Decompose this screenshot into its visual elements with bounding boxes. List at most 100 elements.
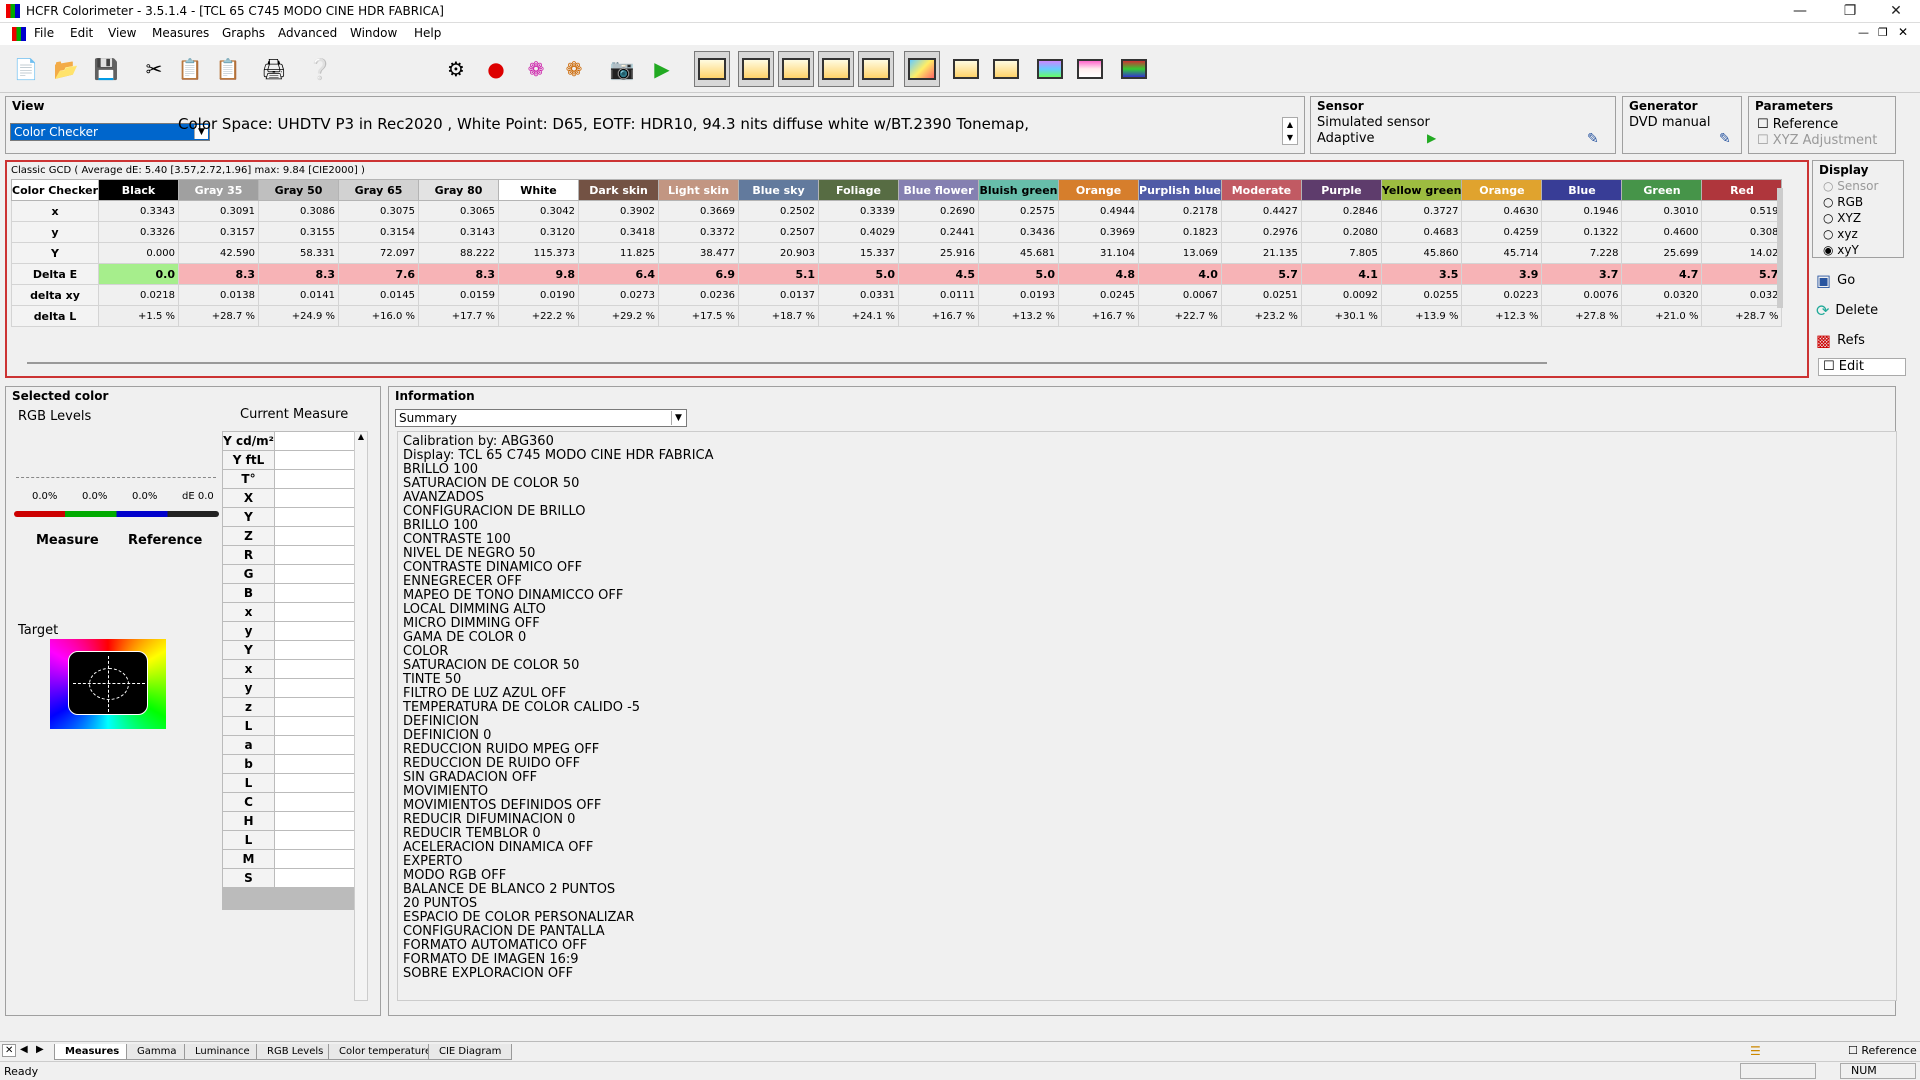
grid-cell[interactable]: 0.4600: [1621, 221, 1703, 243]
grid-cell[interactable]: 0.0190: [498, 284, 580, 306]
grid-cell[interactable]: 0.3075: [338, 200, 420, 222]
grid-cell[interactable]: +28.7 %: [178, 305, 260, 327]
grid-cell[interactable]: 0.0076: [1541, 284, 1623, 306]
grid-cell[interactable]: +23.2 %: [1220, 305, 1302, 327]
grid-cell[interactable]: +16.7 %: [1058, 305, 1140, 327]
column-header[interactable]: Dark skin: [578, 179, 660, 201]
grid-cell[interactable]: 21.135: [1220, 242, 1302, 264]
grid-cell[interactable]: 0.1946: [1541, 200, 1623, 222]
grid-cell[interactable]: 0.519: [1701, 200, 1783, 222]
grid-cell[interactable]: 0.3065: [418, 200, 500, 222]
new-file-icon[interactable]: 📄: [10, 53, 42, 85]
measure-scrollbar[interactable]: ▲: [354, 431, 368, 1001]
tab-color-temperature[interactable]: Color temperature: [328, 1044, 443, 1060]
grid-cell[interactable]: 0.0067: [1138, 284, 1222, 306]
close-button[interactable]: ✕: [1876, 1, 1916, 21]
grid-cell[interactable]: 0.0245: [1058, 284, 1140, 306]
edit-checkbox[interactable]: ☐ Edit: [1818, 358, 1906, 376]
grid-cell[interactable]: 9.8: [498, 263, 580, 285]
reference-checkbox[interactable]: ☐ Reference: [1757, 117, 1838, 132]
next-tab-icon[interactable]: ▶: [36, 1044, 44, 1055]
grid-cell[interactable]: 0.0138: [178, 284, 260, 306]
column-header[interactable]: Blue sky: [738, 179, 820, 201]
vertical-scrollbar[interactable]: [1777, 188, 1783, 308]
grid-cell[interactable]: +17.5 %: [658, 305, 740, 327]
grid-cell[interactable]: +13.2 %: [978, 305, 1060, 327]
screen-view-icon-1[interactable]: [950, 53, 982, 85]
grid-cell[interactable]: 88.222: [418, 242, 500, 264]
grid-cell[interactable]: 0.3154: [338, 221, 420, 243]
sensor-config-icon[interactable]: ✎: [1587, 131, 1599, 147]
grid-cell[interactable]: 31.104: [1058, 242, 1140, 264]
grid-cell[interactable]: 3.5: [1380, 263, 1463, 285]
menu-help[interactable]: Help: [414, 26, 441, 40]
grid-cell[interactable]: 0.4259: [1461, 221, 1543, 243]
grid-cell[interactable]: 0.1322: [1541, 221, 1623, 243]
grid-cell[interactable]: 0.3969: [1058, 221, 1140, 243]
grid-cell[interactable]: 0.308: [1701, 221, 1783, 243]
graph-view-icon[interactable]: [694, 51, 730, 87]
grid-cell[interactable]: 0.0111: [898, 284, 980, 306]
grid-cell[interactable]: 8.3: [258, 263, 340, 285]
color-temp-graph-icon[interactable]: [858, 51, 894, 87]
grid-cell[interactable]: 0.2441: [898, 221, 980, 243]
menu-edit[interactable]: Edit: [70, 26, 93, 40]
tab-cie-diagram[interactable]: CIE Diagram: [428, 1044, 513, 1060]
grid-cell[interactable]: 3.9: [1461, 263, 1543, 285]
grid-cell[interactable]: +28.7 %: [1701, 305, 1783, 327]
column-header[interactable]: Blue: [1541, 179, 1623, 201]
menu-advanced[interactable]: Advanced: [278, 26, 337, 40]
print-icon[interactable]: 🖨: [258, 53, 290, 85]
cut-icon[interactable]: ✂: [138, 53, 170, 85]
bottom-reference-checkbox[interactable]: ☐ Reference: [1848, 1044, 1917, 1057]
grid-cell[interactable]: 0.0251: [1220, 284, 1302, 306]
grid-cell[interactable]: 7.6: [338, 263, 420, 285]
grid-cell[interactable]: 0.032: [1701, 284, 1783, 306]
grid-cell[interactable]: 8.3: [418, 263, 500, 285]
maximize-button[interactable]: ❐: [1830, 1, 1870, 21]
grid-cell[interactable]: 0.1823: [1138, 221, 1222, 243]
go-button[interactable]: ▣ Go: [1816, 268, 1894, 292]
column-header[interactable]: Red: [1701, 179, 1783, 201]
view-scroll-spinner[interactable]: ▲ ▼: [1282, 117, 1298, 145]
grid-cell[interactable]: +12.3 %: [1461, 305, 1543, 327]
screen-view-icon-3[interactable]: [1034, 53, 1066, 85]
grid-cell[interactable]: +27.8 %: [1541, 305, 1623, 327]
display-option-rgb[interactable]: ○ RGB: [1823, 195, 1863, 209]
grid-cell[interactable]: +1.5 %: [98, 305, 180, 327]
grid-cell[interactable]: 72.097: [338, 242, 420, 264]
grid-cell[interactable]: 0.2846: [1300, 200, 1382, 222]
screen-view-icon-5[interactable]: [1118, 53, 1150, 85]
cie-diagram-icon[interactable]: [904, 51, 940, 87]
grid-cell[interactable]: +16.7 %: [898, 305, 980, 327]
grid-cell[interactable]: 4.8: [1058, 263, 1140, 285]
mdi-restore-icon[interactable]: ❐: [1878, 26, 1888, 39]
grid-cell[interactable]: 0.4630: [1461, 200, 1543, 222]
grid-cell[interactable]: 0.2575: [978, 200, 1060, 222]
grid-cell[interactable]: 7.228: [1541, 242, 1623, 264]
grid-cell[interactable]: 45.681: [978, 242, 1060, 264]
column-header[interactable]: Black: [98, 179, 180, 201]
grid-cell[interactable]: 0.0273: [578, 284, 660, 306]
grid-cell[interactable]: 0.3010: [1621, 200, 1703, 222]
grid-cell[interactable]: 0.2178: [1138, 200, 1222, 222]
column-header[interactable]: Purple: [1300, 179, 1382, 201]
primaries-measure-icon[interactable]: ●: [480, 53, 512, 85]
grid-cell[interactable]: 0.0137: [738, 284, 820, 306]
column-header[interactable]: Gray 50: [258, 179, 340, 201]
grid-cell[interactable]: +24.9 %: [258, 305, 340, 327]
camera-icon[interactable]: 📷: [606, 53, 638, 85]
grid-cell[interactable]: +17.7 %: [418, 305, 500, 327]
grid-cell[interactable]: 4.7: [1621, 263, 1703, 285]
grid-cell[interactable]: 0.3418: [578, 221, 660, 243]
menu-measures[interactable]: Measures: [152, 26, 209, 40]
grid-cell[interactable]: 45.860: [1380, 242, 1463, 264]
column-header[interactable]: Orange: [1461, 179, 1543, 201]
grid-cell[interactable]: +22.2 %: [498, 305, 580, 327]
grid-cell[interactable]: +21.0 %: [1621, 305, 1703, 327]
column-header[interactable]: Gray 65: [338, 179, 420, 201]
grid-cell[interactable]: 14.02: [1701, 242, 1783, 264]
grid-cell[interactable]: 0.2502: [738, 200, 820, 222]
grid-cell[interactable]: 25.916: [898, 242, 980, 264]
grid-cell[interactable]: 0.3091: [178, 200, 260, 222]
